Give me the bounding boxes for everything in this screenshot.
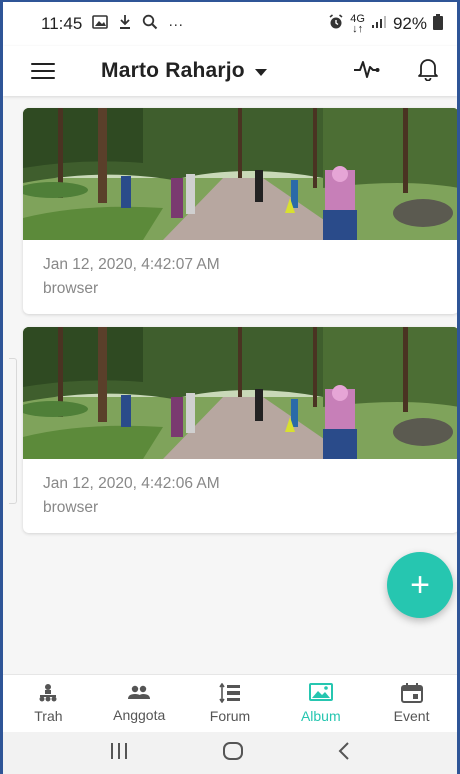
app-bar: Marto Raharjo: [3, 46, 457, 96]
search-icon: [142, 14, 158, 34]
notification-bell-icon[interactable]: [417, 57, 439, 86]
back-icon[interactable]: [337, 741, 351, 766]
download-icon: [118, 14, 132, 34]
status-time: 11:45: [41, 14, 83, 33]
battery-icon: [433, 13, 443, 35]
status-bar: 11:45 ··· 4G ↓↑ 92%: [3, 2, 457, 46]
recent-apps-icon[interactable]: [109, 742, 129, 765]
tab-label: Album: [300, 708, 341, 724]
add-photo-button[interactable]: +: [387, 552, 453, 618]
home-icon[interactable]: [222, 741, 244, 766]
album-card[interactable]: Jan 12, 2020, 4:42:07 AM browser: [23, 108, 457, 314]
tab-label: Trah: [34, 708, 63, 724]
status-right: 4G ↓↑ 92%: [328, 13, 443, 35]
group-icon: [127, 684, 151, 705]
tab-anggota[interactable]: Anggota: [94, 675, 185, 732]
family-selector[interactable]: Marto Raharjo: [101, 59, 267, 83]
tab-forum[interactable]: Forum: [185, 675, 276, 732]
album-list[interactable]: Jan 12, 2020, 4:42:07 AM browser Jan 12,…: [3, 96, 457, 674]
network-indicator: 4G ↓↑: [350, 13, 365, 35]
calendar-icon: [400, 683, 423, 706]
tab-label: Event: [393, 708, 430, 724]
alarm-icon: [328, 13, 344, 35]
tab-label: Anggota: [113, 707, 166, 723]
signal-icon: [371, 14, 387, 34]
menu-icon[interactable]: [31, 63, 55, 79]
family-tree-icon: [38, 683, 58, 706]
album-card[interactable]: Jan 12, 2020, 4:42:06 AM browser: [23, 327, 457, 533]
more-icon: ···: [168, 15, 184, 33]
tab-album[interactable]: Album: [275, 675, 366, 732]
phone-screen: 11:45 ··· 4G ↓↑ 92% Marto Raharjo Jan 12…: [0, 0, 460, 774]
album-meta: Jan 12, 2020, 4:42:06 AM browser: [23, 459, 457, 533]
album-photo[interactable]: [23, 327, 457, 459]
tab-trah[interactable]: Trah: [3, 675, 94, 732]
activity-icon[interactable]: [353, 58, 381, 85]
tab-event[interactable]: Event: [366, 675, 457, 732]
album-date: Jan 12, 2020, 4:42:06 AM: [43, 475, 220, 492]
album-source: browser: [43, 499, 99, 516]
album-photo[interactable]: [23, 108, 457, 240]
page-title: Marto Raharjo: [101, 59, 245, 82]
bottom-navigation: Trah Anggota Forum Album Event: [3, 674, 457, 732]
chevron-down-icon: [254, 68, 267, 76]
album-icon: [308, 683, 333, 706]
album-meta: Jan 12, 2020, 4:42:07 AM browser: [23, 240, 457, 314]
album-source: browser: [43, 280, 99, 297]
album-date: Jan 12, 2020, 4:42:07 AM: [43, 256, 220, 273]
image-icon: [92, 15, 109, 33]
system-navigation-bar: [3, 732, 457, 774]
battery-level: 92%: [392, 14, 427, 33]
appbar-actions: [353, 57, 439, 86]
drawer-handle[interactable]: [9, 358, 17, 504]
tab-label: Forum: [209, 708, 251, 724]
forum-icon: [219, 682, 241, 706]
